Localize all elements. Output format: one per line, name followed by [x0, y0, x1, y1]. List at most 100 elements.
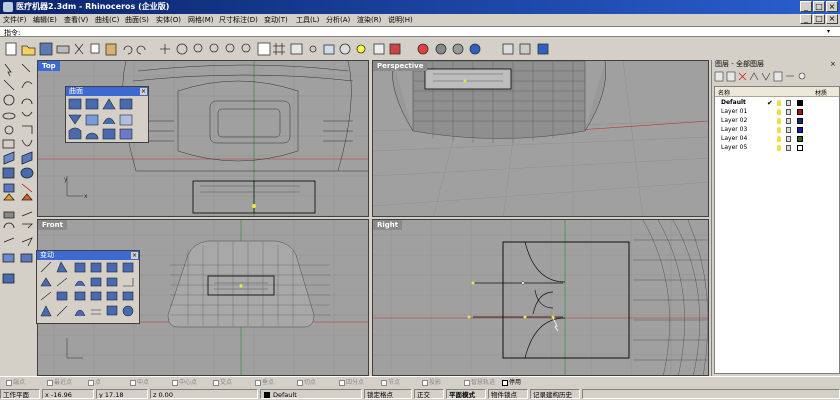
menu-transform[interactable]: 变动(T): [264, 15, 288, 25]
status-planar[interactable]: 平面模式: [446, 389, 486, 399]
help-topics-icon[interactable]: [537, 43, 549, 55]
patch-icon[interactable]: [85, 132, 99, 140]
extrude-curve-icon[interactable]: [102, 128, 116, 140]
set-points-icon[interactable]: [74, 291, 86, 301]
viewport-perspective[interactable]: Perspective: [372, 60, 709, 217]
lock-icon[interactable]: [786, 145, 791, 151]
render-icon[interactable]: [339, 43, 351, 55]
zoom-selected-icon[interactable]: [241, 43, 251, 53]
polygon-icon[interactable]: [4, 125, 14, 135]
properties-icon[interactable]: [290, 43, 303, 55]
viewport-top-title[interactable]: Top: [38, 61, 60, 71]
menu-view[interactable]: 查看(V): [64, 15, 88, 25]
point-icon[interactable]: [21, 63, 31, 73]
points-on-icon[interactable]: [309, 45, 317, 53]
shaded-icon[interactable]: [452, 43, 464, 55]
remap-tool-icon[interactable]: [91, 309, 101, 315]
shear-tool-icon[interactable]: [56, 305, 68, 317]
lock-icon[interactable]: [786, 127, 791, 133]
new-icon[interactable]: [5, 42, 17, 56]
status-osnap[interactable]: 物件锁点: [488, 389, 528, 399]
explode-icon[interactable]: [21, 193, 33, 201]
join-icon[interactable]: [3, 211, 15, 219]
close-button[interactable]: ×: [826, 1, 838, 12]
box-icon[interactable]: [2, 167, 15, 179]
visible-bulb-icon[interactable]: [777, 136, 781, 142]
doc-restore-button[interactable]: □: [813, 14, 825, 24]
network-surface-icon[interactable]: [119, 114, 133, 126]
layer-name-column[interactable]: 名称: [718, 88, 730, 97]
osnap-center[interactable]: 中心点: [172, 378, 197, 388]
cut-icon[interactable]: [74, 43, 84, 55]
smooth-tool-icon[interactable]: [123, 278, 134, 287]
grid-icon[interactable]: [273, 43, 285, 55]
copy-icon[interactable]: [90, 43, 100, 54]
viewport-perspective-title[interactable]: Perspective: [373, 61, 428, 71]
polar-array-icon[interactable]: [106, 291, 118, 301]
osnap-perpendicular[interactable]: 垂点: [255, 378, 274, 388]
sweep1-icon[interactable]: [85, 114, 99, 126]
flow-along-surface-icon[interactable]: [122, 305, 134, 317]
paste-icon[interactable]: [105, 43, 117, 56]
trim-icon[interactable]: [21, 183, 33, 193]
array-curve-icon[interactable]: [122, 291, 134, 301]
rail-revolve-icon[interactable]: [68, 114, 82, 125]
menu-solid[interactable]: 实体(O): [156, 15, 181, 25]
status-cplane[interactable]: 工作平面: [0, 389, 40, 399]
visible-bulb-icon[interactable]: [777, 145, 781, 151]
orient-tool-icon[interactable]: [40, 277, 52, 287]
transform-palette-title[interactable]: 变动 ×: [37, 251, 139, 260]
status-history[interactable]: 记录建构历史: [530, 389, 580, 399]
layer-row[interactable]: Default ✔: [715, 99, 839, 107]
extrude-surface-icon[interactable]: [21, 151, 33, 165]
loft-icon[interactable]: [119, 98, 133, 110]
print-icon[interactable]: [56, 45, 70, 54]
revolve-icon[interactable]: [68, 127, 82, 140]
redo-icon[interactable]: [136, 45, 146, 55]
surface-palette-title[interactable]: 曲面 ×: [66, 87, 148, 96]
lock-icon[interactable]: [786, 109, 791, 115]
surface-from-edges-icon[interactable]: [85, 98, 99, 110]
transform-palette-close-button[interactable]: ×: [131, 252, 138, 259]
new-layer-icon[interactable]: [714, 71, 724, 82]
viewport-right[interactable]: Right: [372, 219, 709, 376]
lock-icon[interactable]: [786, 100, 791, 106]
menu-help[interactable]: 说明(H): [388, 15, 413, 25]
arc-icon[interactable]: [21, 98, 33, 105]
layer-color-swatch[interactable]: [797, 100, 803, 106]
bend-tool-icon[interactable]: [74, 280, 86, 287]
surface-from-points-icon[interactable]: [68, 98, 82, 110]
twist-tool-icon[interactable]: [56, 277, 68, 287]
status-layer[interactable]: Default: [260, 389, 362, 399]
move-icon[interactable]: [21, 211, 33, 217]
menu-dimension[interactable]: 尺寸标注(D): [219, 15, 258, 25]
curve-icon[interactable]: [21, 81, 33, 89]
layer-color-swatch[interactable]: [797, 136, 803, 142]
transform-palette[interactable]: 变动 ×: [36, 250, 140, 324]
visible-bulb-icon[interactable]: [777, 109, 781, 115]
mesh-icon[interactable]: [3, 183, 15, 193]
light-icon[interactable]: [356, 44, 366, 54]
menu-analyze[interactable]: 分析(A): [326, 15, 350, 25]
layer-row[interactable]: Layer 03: [715, 126, 839, 134]
split-icon[interactable]: [3, 193, 15, 201]
layer-material-column[interactable]: 材质: [815, 88, 827, 97]
polyline-icon[interactable]: [3, 79, 15, 91]
layer-color-swatch[interactable]: [797, 145, 803, 151]
blend-surface-icon[interactable]: [119, 128, 133, 140]
lock-icon[interactable]: [786, 118, 791, 124]
offset-curve-icon[interactable]: [21, 139, 33, 147]
doc-minimize-button[interactable]: _: [800, 14, 812, 24]
array-icon[interactable]: [21, 237, 33, 247]
rotate-icon[interactable]: [3, 222, 15, 229]
sphere-icon[interactable]: [20, 167, 34, 179]
scale-tool-icon[interactable]: [90, 262, 102, 273]
osnap-knot[interactable]: 节点: [381, 378, 400, 388]
osnap-tangent[interactable]: 切点: [297, 378, 316, 388]
delete-layer-icon[interactable]: [738, 72, 747, 81]
rotate-view-icon[interactable]: [176, 43, 188, 55]
layer-row[interactable]: Layer 04: [715, 135, 839, 143]
move-down-icon[interactable]: [761, 72, 771, 81]
taper-tool-icon[interactable]: [90, 277, 102, 287]
stretch-tool-icon[interactable]: [40, 305, 52, 317]
